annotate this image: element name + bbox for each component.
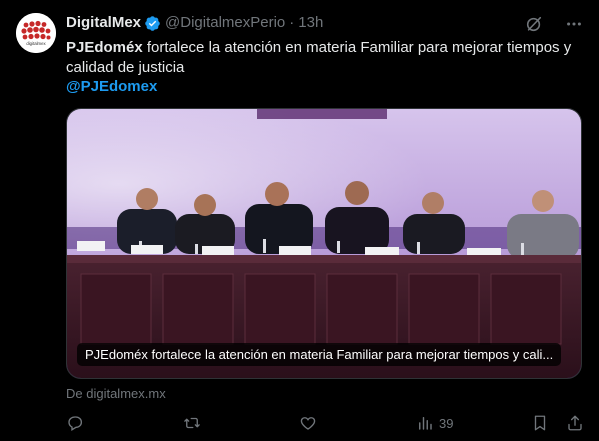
- views-icon: [419, 417, 432, 430]
- share-button[interactable]: [566, 412, 584, 434]
- link-card-image[interactable]: PJEdoméx fortalece la atención en materi…: [66, 108, 582, 379]
- repost-button[interactable]: [182, 412, 202, 434]
- media-caption[interactable]: PJEdoméx fortalece la atención en materi…: [77, 343, 562, 366]
- link-source[interactable]: De digitalmex.mx: [66, 386, 166, 402]
- repost-icon: [184, 417, 200, 429]
- tweet-header: DigitalMex @DigitalmexPerio · 13h: [66, 13, 323, 33]
- action-bar: 39: [66, 412, 582, 434]
- handle[interactable]: @DigitalmexPerio: [165, 13, 285, 33]
- bookmark-icon: [534, 415, 546, 431]
- tweet-text-bold: PJEdoméx: [66, 39, 143, 56]
- mention-link[interactable]: @PJEdomex: [66, 77, 157, 97]
- separator-dot: ·: [289, 14, 295, 31]
- tweet-card[interactable]: digitalmex DigitalMex @DigitalmexPerio ·…: [0, 0, 599, 441]
- avatar[interactable]: digitalmex: [16, 13, 56, 53]
- svg-text:digitalmex: digitalmex: [26, 41, 46, 46]
- views-count: 39: [439, 415, 454, 431]
- verified-badge-icon: [145, 15, 160, 31]
- event-photo: [67, 109, 581, 378]
- tweet-text-body: fortalece la atención en materia Familia…: [66, 39, 572, 76]
- digitalmex-logo-icon: digitalmex: [16, 13, 56, 53]
- grok-icon[interactable]: [525, 15, 543, 33]
- reply-icon: [68, 416, 83, 431]
- display-name[interactable]: DigitalMex: [66, 13, 141, 33]
- tweet-text: PJEdoméx fortalece la atención en materi…: [66, 38, 586, 78]
- like-icon: [300, 417, 316, 430]
- views-button[interactable]: 39: [416, 412, 453, 434]
- reply-button[interactable]: [66, 412, 84, 434]
- timestamp[interactable]: 13h: [298, 13, 323, 33]
- share-icon: [568, 415, 582, 431]
- bookmark-button[interactable]: [532, 412, 548, 434]
- more-icon[interactable]: [565, 15, 583, 33]
- header-actions: [525, 14, 583, 34]
- like-button[interactable]: [299, 412, 317, 434]
